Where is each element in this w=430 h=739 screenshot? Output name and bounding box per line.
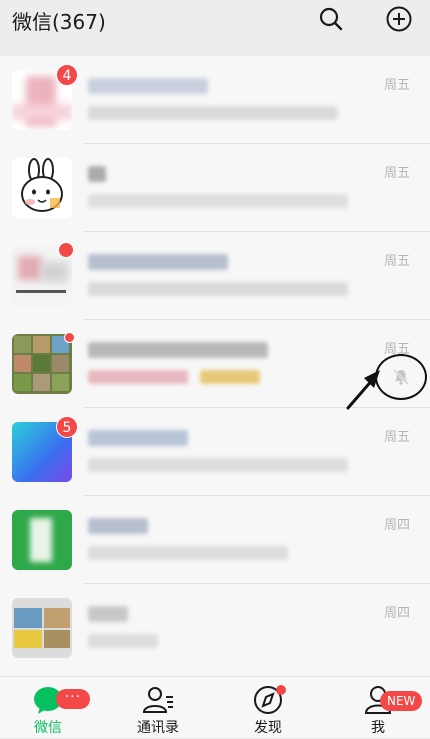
chat-name-blurred <box>88 430 188 446</box>
chat-preview-blurred <box>88 194 348 208</box>
chat-preview-blurred <box>88 282 348 296</box>
chat-item[interactable]: 5 周五 <box>0 408 430 496</box>
avatar <box>12 158 72 218</box>
more-badge: ··· <box>56 689 90 709</box>
add-button[interactable] <box>384 4 414 34</box>
chat-time: 周四 <box>383 518 410 533</box>
unread-badge: 4 <box>56 64 78 86</box>
chat-item[interactable]: 周四 <box>0 496 430 584</box>
unread-dot <box>64 332 75 343</box>
chat-name-blurred <box>88 166 106 182</box>
chat-name-blurred <box>88 606 128 622</box>
plus-circle-icon <box>386 6 412 32</box>
chat-item[interactable]: 周五 <box>0 232 430 320</box>
chat-preview-blurred <box>88 546 288 560</box>
search-button[interactable] <box>316 4 346 34</box>
chat-name-blurred <box>88 342 268 358</box>
chat-name-blurred <box>88 254 228 270</box>
annotation-arrow-icon <box>346 370 380 410</box>
chat-preview-blurred <box>88 458 348 472</box>
tab-label: 微信 <box>34 720 62 736</box>
chat-item[interactable]: 4 周五 <box>0 56 430 144</box>
tab-label: 发现 <box>254 720 282 736</box>
page-title: 微信(367) <box>12 10 106 34</box>
chat-name-blurred <box>88 518 148 534</box>
chat-preview-blurred <box>88 106 338 120</box>
chat-time: 周四 <box>383 606 410 621</box>
chat-name-blurred <box>88 78 208 94</box>
new-badge: NEW <box>380 691 423 711</box>
tab-discover[interactable]: 发现 <box>228 677 308 739</box>
tab-label: 通讯录 <box>137 720 179 736</box>
chat-preview-blurred <box>88 370 188 384</box>
avatar <box>12 510 72 570</box>
top-bar: 微信(367) <box>0 0 430 40</box>
chat-preview-blurred <box>88 634 158 648</box>
avatar <box>12 334 72 394</box>
chat-time: 周五 <box>383 78 410 93</box>
unread-badge: 5 <box>56 416 78 438</box>
unread-dot <box>58 242 74 258</box>
chat-time: 周五 <box>383 430 410 445</box>
rabbit-avatar-icon <box>21 158 63 212</box>
tab-contacts[interactable]: 通讯录 <box>118 677 198 739</box>
contacts-icon <box>142 687 173 713</box>
tab-chats[interactable]: ··· 微信 <box>8 677 90 739</box>
search-icon <box>319 7 343 31</box>
bottom-tab-bar: ··· 微信 通讯录 发现 NEW 我 <box>0 676 430 738</box>
unread-dot <box>276 685 286 695</box>
chat-time: 周五 <box>383 254 410 269</box>
chat-item[interactable]: 周四 <box>0 584 430 672</box>
avatar <box>12 598 72 658</box>
chat-preview-blurred <box>200 370 260 384</box>
chat-time: 周五 <box>383 166 410 181</box>
tab-me[interactable]: NEW 我 <box>338 677 423 739</box>
chat-item[interactable]: 周五 <box>0 144 430 232</box>
tab-label: 我 <box>371 720 385 736</box>
